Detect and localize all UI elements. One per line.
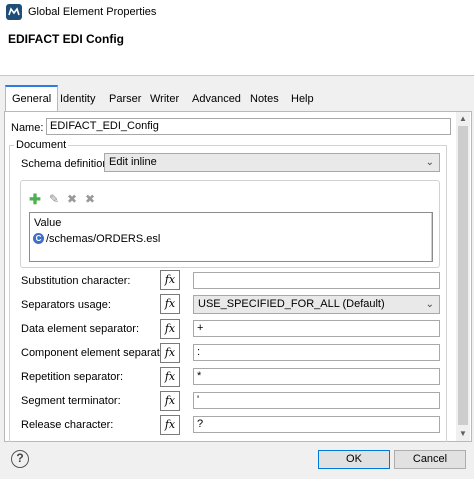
fx-icon[interactable]: fx — [160, 294, 180, 314]
scroll-thumb[interactable] — [458, 126, 468, 425]
schema-definitions-label: Schema definitions — [21, 158, 114, 170]
dialog-header: EDIFACT EDI Config — [0, 24, 474, 76]
tab-notes[interactable]: Notes — [244, 88, 285, 112]
release-character-label: Release character: — [21, 419, 114, 431]
tab-advanced[interactable]: Advanced — [186, 88, 247, 112]
substitution-character-label: Substitution character: — [21, 275, 131, 287]
window-title: Global Element Properties — [28, 6, 157, 18]
repetition-separator-field[interactable]: * — [193, 368, 440, 385]
fx-icon[interactable]: fx — [160, 270, 180, 290]
substitution-character-field[interactable] — [193, 272, 440, 289]
tab-identity[interactable]: Identity — [54, 88, 101, 112]
chevron-down-icon: ⌄ — [425, 299, 434, 310]
component-element-separator-field[interactable]: : — [193, 344, 440, 361]
scroll-up-arrow-icon[interactable]: ▲ — [456, 112, 470, 126]
fx-icon[interactable]: fx — [160, 343, 180, 363]
list-scrollbar — [431, 213, 432, 261]
document-group-title: Document — [14, 139, 69, 151]
mule-studio-icon — [6, 4, 22, 20]
schema-mode-value: Edit inline — [109, 156, 157, 168]
edit-icon[interactable]: ✎ — [48, 193, 60, 205]
name-label: Name: — [11, 122, 44, 134]
segment-terminator-label: Segment terminator: — [21, 395, 121, 407]
fx-icon[interactable]: fx — [160, 319, 180, 339]
schema-mode-select[interactable]: Edit inline ⌄ — [104, 153, 440, 172]
tab-general[interactable]: General — [5, 85, 59, 112]
separators-usage-label: Separators usage: — [21, 299, 111, 311]
fx-icon[interactable]: fx — [160, 391, 180, 411]
component-element-separator-label: Component element separator: — [21, 347, 173, 359]
tab-help[interactable]: Help — [285, 88, 320, 112]
vertical-scrollbar[interactable]: ▲ ▼ — [456, 112, 470, 441]
segment-terminator-field[interactable]: ' — [193, 392, 440, 409]
name-field[interactable]: EDIFACT_EDI_Config — [46, 118, 451, 135]
fx-icon[interactable]: fx — [160, 367, 180, 387]
data-element-separator-field[interactable]: + — [193, 320, 440, 337]
help-icon[interactable]: ? — [11, 450, 29, 468]
list-header: Value — [34, 217, 62, 229]
separators-usage-value: USE_SPECIFIED_FOR_ALL (Default) — [198, 298, 385, 310]
fx-icon[interactable]: fx — [160, 415, 180, 435]
ok-button[interactable]: OK — [318, 450, 390, 469]
delete-icon[interactable]: ✖ — [66, 193, 78, 205]
scroll-down-arrow-icon[interactable]: ▼ — [456, 427, 470, 441]
chevron-down-icon: ⌄ — [425, 157, 434, 168]
tab-writer[interactable]: Writer — [144, 88, 185, 112]
delete-all-icon[interactable]: ✖ — [84, 193, 96, 205]
data-element-separator-label: Data element separator: — [21, 323, 140, 335]
list-item[interactable]: /schemas/ORDERS.esl — [46, 233, 160, 245]
window-titlebar: Global Element Properties — [0, 0, 474, 24]
add-icon[interactable]: ✚ — [29, 192, 41, 206]
tab-bar: General Identity Parser Writer Advanced … — [0, 84, 474, 112]
tab-parser[interactable]: Parser — [103, 88, 147, 112]
separators-usage-select[interactable]: USE_SPECIFIED_FOR_ALL (Default) ⌄ — [193, 295, 440, 314]
release-character-field[interactable]: ? — [193, 416, 440, 433]
cancel-button[interactable]: Cancel — [394, 450, 466, 469]
repetition-separator-label: Repetition separator: — [21, 371, 124, 383]
page-title: EDIFACT EDI Config — [8, 32, 124, 46]
header-divider — [0, 75, 474, 76]
schema-file-icon: C — [33, 233, 44, 244]
